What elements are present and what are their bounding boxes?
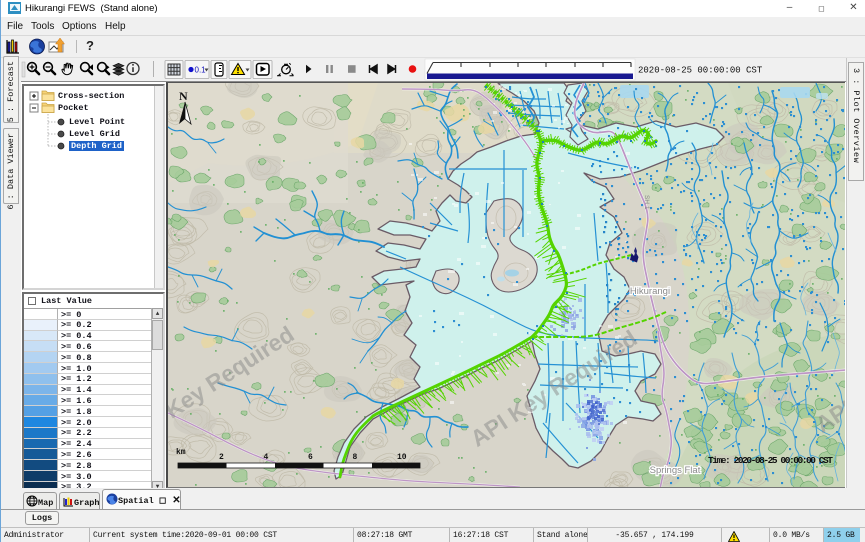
svg-text:km: km bbox=[176, 448, 186, 457]
svg-text:0.1: 0.1 bbox=[195, 66, 207, 75]
svg-text:4: 4 bbox=[264, 453, 269, 462]
svg-text:10: 10 bbox=[397, 453, 407, 462]
svg-text:6: 6 bbox=[308, 453, 313, 462]
svg-text:8: 8 bbox=[353, 453, 358, 462]
svg-text:2020-08-25 00:00:00 CST: 2020-08-25 00:00:00 CST bbox=[638, 66, 763, 76]
svg-text:Hikurangi: Hikurangi bbox=[630, 286, 670, 297]
svg-text:Springs Flat: Springs Flat bbox=[650, 465, 701, 476]
svg-text:N: N bbox=[179, 89, 188, 103]
svg-text:SH 1: SH 1 bbox=[643, 195, 650, 210]
svg-text:Time: 2020-08-25 00:00:00 CST: Time: 2020-08-25 00:00:00 CST bbox=[708, 455, 833, 466]
svg-text:2: 2 bbox=[219, 453, 224, 462]
